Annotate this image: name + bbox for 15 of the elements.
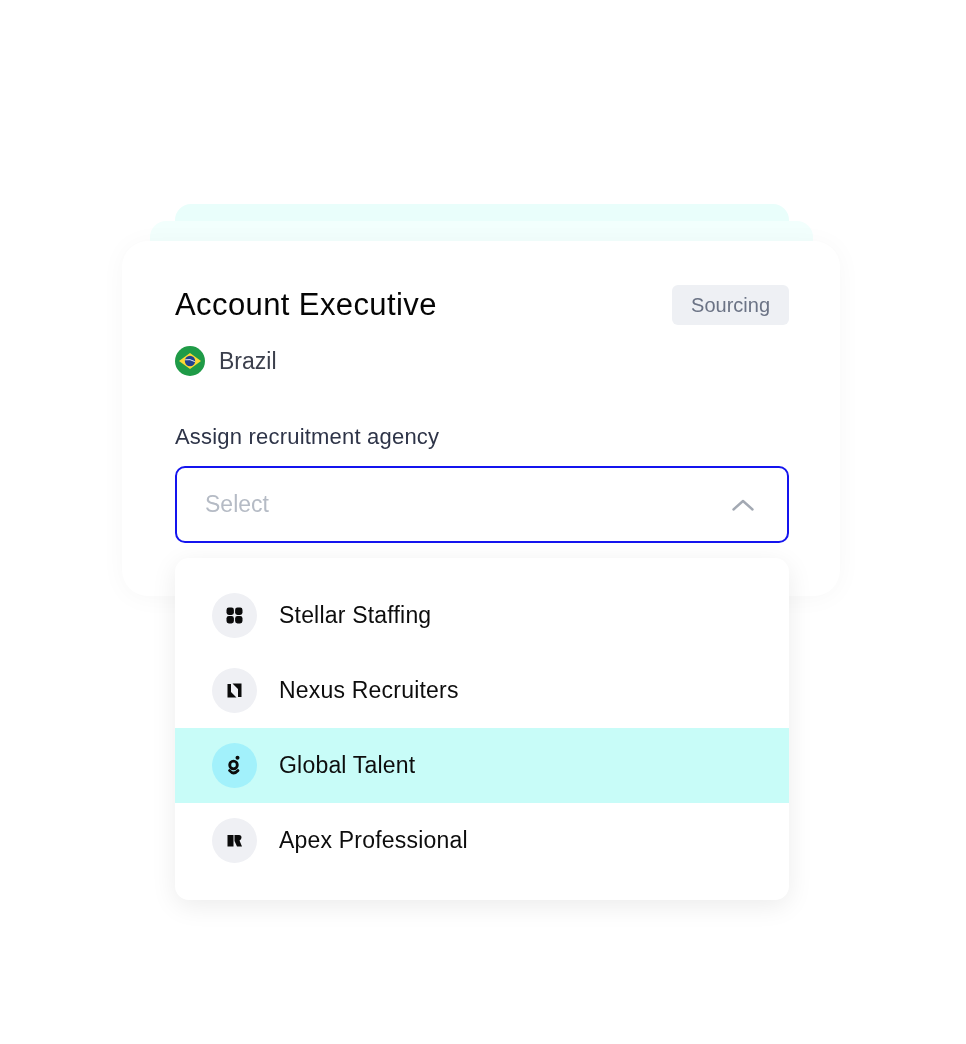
dropdown-option[interactable]: Apex Professional bbox=[175, 803, 789, 878]
field-label: Assign recruitment agency bbox=[175, 423, 440, 451]
status-badge: Sourcing bbox=[672, 285, 789, 325]
chevron-icon bbox=[732, 499, 754, 511]
zigzag-icon bbox=[212, 668, 257, 713]
select-field[interactable]: Select bbox=[175, 466, 789, 543]
flag-icon bbox=[175, 346, 205, 376]
dropdown-option[interactable]: Global Talent bbox=[175, 728, 789, 803]
country-name: Brazil bbox=[219, 347, 277, 375]
four-squares-icon bbox=[212, 593, 257, 638]
ring-dot-icon bbox=[212, 743, 257, 788]
job-title: Account Executive bbox=[175, 287, 437, 323]
dropdown-option[interactable]: Stellar Staffing bbox=[175, 578, 789, 653]
block-shape-icon bbox=[212, 818, 257, 863]
dropdown-option[interactable]: Nexus Recruiters bbox=[175, 653, 789, 728]
